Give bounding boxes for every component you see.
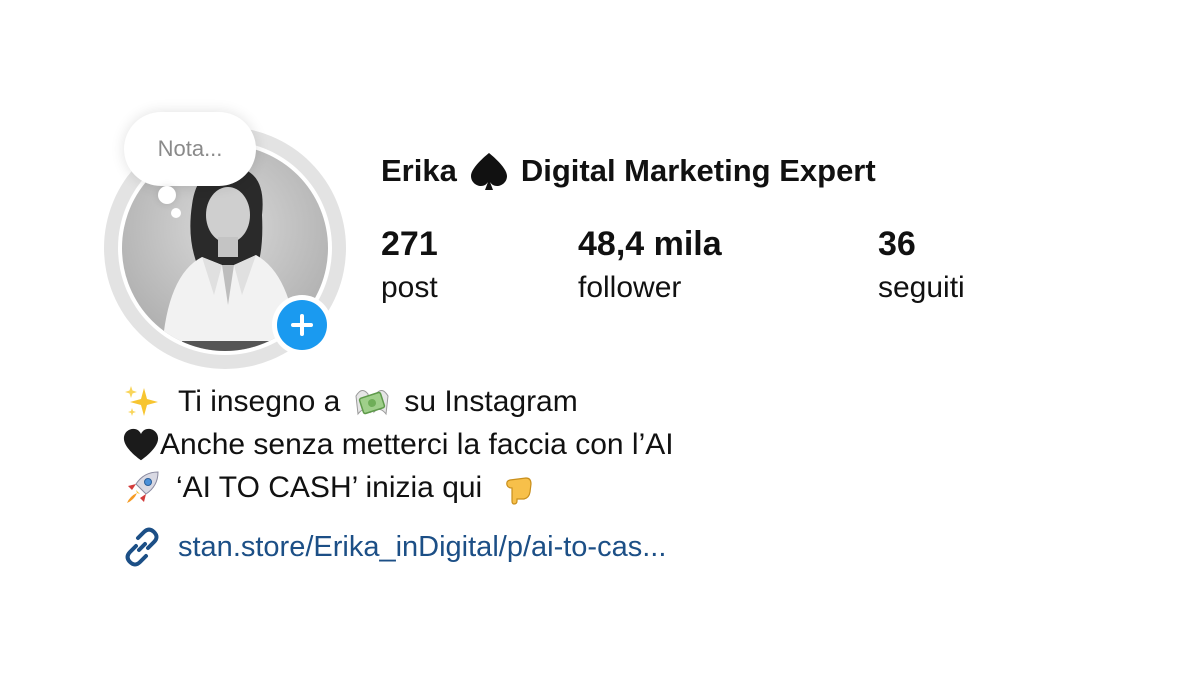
- black-heart-icon: [123, 428, 159, 460]
- note-placeholder: Nota...: [157, 136, 223, 161]
- profile-name-title: Digital Marketing Expert: [520, 153, 876, 188]
- profile-link[interactable]: stan.store/Erika_inDigital/p/ai-to-cas..…: [120, 525, 666, 569]
- stat-following-value: 36: [878, 225, 916, 263]
- profile-name: Erika Digital Marketing Expert: [381, 151, 876, 191]
- stat-posts-label: post: [381, 271, 438, 304]
- note-bubble-tail-dot: [171, 208, 181, 218]
- link-icon: [125, 527, 159, 567]
- plus-icon: [291, 314, 313, 336]
- bio-line-2-text: Anche senza metterci la faccia con l’AI: [160, 428, 674, 461]
- note-bubble-tail: [158, 186, 176, 204]
- pointing-down-icon: [506, 476, 532, 505]
- profile-link-text[interactable]: stan.store/Erika_inDigital/p/ai-to-cas..…: [178, 531, 666, 564]
- bio-line-1: Ti insegno a su Instagram: [122, 380, 674, 423]
- profile-name-first: Erika: [381, 153, 457, 188]
- note-bubble[interactable]: Nota...: [124, 112, 256, 186]
- bio-line-3-text: ‘AI TO CASH’ inizia qui: [176, 471, 483, 504]
- stat-following-label: seguiti: [878, 271, 965, 304]
- stat-followers-value: 48,4 mila: [578, 225, 722, 263]
- bio-line-1-text-a: Ti insegno a: [178, 385, 341, 418]
- rocket-icon: [127, 470, 159, 503]
- profile-bio: Ti insegno a su Instagram Anche senza me…: [122, 380, 674, 509]
- stat-posts-value: 271: [381, 225, 438, 263]
- money-with-wings-icon: [355, 389, 389, 415]
- sparkles-icon: [125, 385, 158, 416]
- bio-line-3: ‘AI TO CASH’ inizia qui: [122, 466, 674, 509]
- stat-posts[interactable]: 271 post: [381, 224, 438, 312]
- stat-followers[interactable]: 48,4 mila follower: [578, 224, 722, 312]
- stat-following[interactable]: 36 seguiti: [878, 224, 965, 312]
- bio-line-1-text-b: su Instagram: [404, 385, 578, 418]
- add-story-button[interactable]: [272, 295, 332, 355]
- stat-followers-label: follower: [578, 271, 682, 304]
- bio-line-2: Anche senza metterci la faccia con l’AI: [122, 423, 674, 466]
- spade-icon: [470, 153, 507, 190]
